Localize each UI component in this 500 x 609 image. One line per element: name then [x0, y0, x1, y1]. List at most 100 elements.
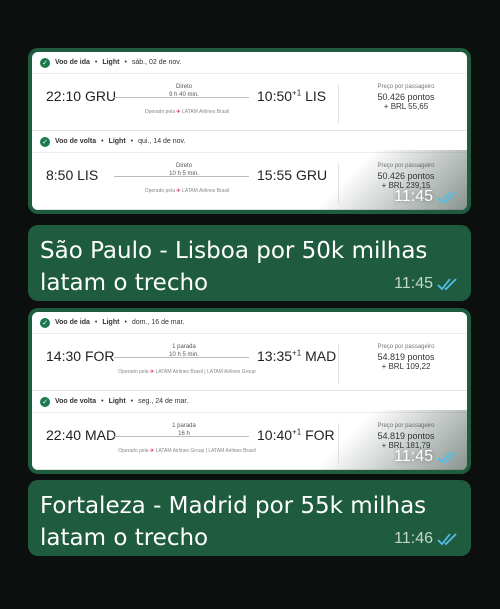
- stop-info: Direto 10 h 5 min.: [144, 162, 224, 178]
- arrival-day-offset: +1: [292, 427, 302, 437]
- departure: 14:30 FOR: [46, 348, 115, 364]
- flight-leg-outbound: ✓ Voo de ida • Light • dom., 16 de mar. …: [32, 312, 467, 391]
- message-meta: 11:45: [394, 188, 459, 206]
- check-icon: ✓: [40, 136, 50, 147]
- brl-fee: + BRL 55,65: [383, 102, 429, 111]
- departure-airport: LIS: [77, 167, 99, 183]
- leg-cabin: Light: [102, 319, 120, 326]
- double-check-icon: [437, 191, 457, 204]
- leg-row: 22:10 GRU Direto 9 h 40 min. 10:50+1 LIS…: [32, 80, 467, 124]
- arrival-time: 10:50: [257, 88, 293, 104]
- leg-cabin: Light: [108, 398, 126, 405]
- arrival: 10:50+1 LIS: [257, 88, 326, 104]
- divider: [338, 423, 339, 463]
- duration: 9 h 40 min.: [169, 92, 199, 98]
- leg-title: Voo de ida: [55, 59, 90, 66]
- leg-title: Voo de volta: [55, 138, 97, 145]
- operator-info: Operado pela ✈ LATAM Airlines Group | LA…: [118, 448, 256, 454]
- points: 54.819 pontos: [377, 352, 435, 362]
- price-block: Preço por passageiro 50.426 pontos + BRL…: [361, 82, 451, 112]
- arrival: 15:55 GRU: [257, 167, 327, 183]
- duration: 10 h 5 min.: [169, 171, 199, 177]
- leg-header: ✓ Voo de ida • Light • dom., 16 de mar.: [32, 312, 467, 334]
- leg-row: 14:30 FOR 1 parada 10 h 5 min. 13:35+1 M…: [32, 340, 467, 384]
- double-check-icon: [437, 533, 457, 546]
- check-icon: ✓: [40, 317, 50, 328]
- double-check-icon: [437, 278, 457, 291]
- arrival-time: 13:35: [257, 348, 293, 364]
- plane-icon: ✈: [149, 369, 155, 375]
- text-message-2[interactable]: Fortaleza - Madrid por 55k milhas latam …: [28, 480, 471, 556]
- departure-time: 22:40: [46, 427, 82, 443]
- duration: 16 h: [178, 431, 190, 437]
- leg-title: Voo de volta: [55, 398, 97, 405]
- flight-screenshot: ✓ Voo de ida • Light • sáb., 02 de nov. …: [32, 52, 467, 210]
- leg-date: sáb., 02 de nov.: [131, 59, 182, 66]
- double-check-icon: [437, 451, 457, 464]
- departure-airport: FOR: [84, 348, 115, 364]
- flight-leg-outbound: ✓ Voo de ida • Light • sáb., 02 de nov. …: [32, 52, 467, 131]
- duration: 10 h 5 min.: [169, 352, 199, 358]
- message-time: 11:45: [394, 275, 433, 292]
- stop-info: 1 parada 16 h: [144, 422, 224, 438]
- stop-label: Direto: [175, 84, 192, 90]
- check-icon: ✓: [40, 57, 50, 68]
- departure-airport: MAD: [84, 427, 117, 443]
- plane-icon: ✈: [176, 188, 181, 194]
- points: 50.426 pontos: [377, 92, 435, 102]
- points: 54.819 pontos: [377, 431, 435, 441]
- departure-time: 8:50: [46, 167, 74, 183]
- operator-info: Operado pela ✈ LATAM Airlines Brasil: [144, 188, 230, 194]
- leg-cabin: Light: [102, 59, 120, 66]
- arrival-airport: LIS: [305, 88, 327, 104]
- leg-date: seg., 24 de mar.: [138, 398, 189, 405]
- message-time: 11:46: [394, 530, 433, 547]
- arrival-day-offset: +1: [292, 348, 302, 358]
- leg-header: ✓ Voo de ida • Light • sáb., 02 de nov.: [32, 52, 467, 74]
- leg-header: ✓ Voo de volta • Light • qui., 14 de nov…: [32, 131, 467, 153]
- arrival-day-offset: +1: [292, 88, 302, 98]
- arrival: 10:40+1 FOR: [257, 427, 335, 443]
- stop-info: 1 parada 10 h 5 min.: [144, 343, 224, 359]
- price-block: Preço por passageiro 54.819 pontos + BRL…: [361, 342, 451, 372]
- departure: 22:10 GRU: [46, 88, 116, 104]
- message-meta: 11:45: [394, 448, 459, 466]
- image-message-1[interactable]: ✓ Voo de ida • Light • sáb., 02 de nov. …: [28, 48, 471, 214]
- arrival-airport: MAD: [305, 348, 337, 364]
- departure-time: 14:30: [46, 348, 82, 364]
- image-message-2[interactable]: ✓ Voo de ida • Light • dom., 16 de mar. …: [28, 308, 471, 474]
- stop-label: Direto: [175, 163, 192, 169]
- plane-icon: ✈: [176, 109, 181, 115]
- arrival-airport: GRU: [295, 167, 328, 183]
- leg-cabin: Light: [108, 138, 126, 145]
- arrival-time: 10:40: [257, 427, 293, 443]
- brl-fee: + BRL 109,22: [381, 362, 431, 371]
- arrival-time: 15:55: [257, 167, 293, 183]
- divider: [338, 163, 339, 203]
- stop-info: Direto 9 h 40 min.: [144, 83, 224, 99]
- leg-date: dom., 16 de mar.: [131, 319, 185, 326]
- flight-screenshot: ✓ Voo de ida • Light • dom., 16 de mar. …: [32, 312, 467, 470]
- message-time: 11:45: [394, 448, 433, 465]
- check-icon: ✓: [40, 396, 50, 407]
- divider: [338, 344, 339, 384]
- divider: [338, 84, 339, 124]
- departure-airport: GRU: [84, 88, 117, 104]
- arrival: 13:35+1 MAD: [257, 348, 336, 364]
- price-block: Preço por passageiro 54.819 pontos + BRL…: [361, 421, 451, 451]
- stop-label: 1 parada: [172, 344, 196, 350]
- leg-title: Voo de ida: [55, 319, 90, 326]
- plane-icon: ✈: [149, 448, 155, 454]
- operator-info: Operado pela ✈ LATAM Airlines Brasil | L…: [118, 369, 256, 375]
- message-meta: 11:45: [394, 275, 459, 293]
- message-meta: 11:46: [394, 530, 459, 548]
- text-message-1[interactable]: São Paulo - Lisboa por 50k milhas latam …: [28, 225, 471, 301]
- leg-date: qui., 14 de nov.: [138, 138, 186, 145]
- price-block: Preço por passageiro 50.426 pontos + BRL…: [361, 161, 451, 191]
- arrival-airport: FOR: [305, 427, 335, 443]
- departure: 22:40 MAD: [46, 427, 116, 443]
- stop-label: 1 parada: [172, 423, 196, 429]
- message-time: 11:45: [394, 188, 433, 205]
- points: 50.426 pontos: [377, 171, 435, 181]
- departure: 8:50 LIS: [46, 167, 98, 183]
